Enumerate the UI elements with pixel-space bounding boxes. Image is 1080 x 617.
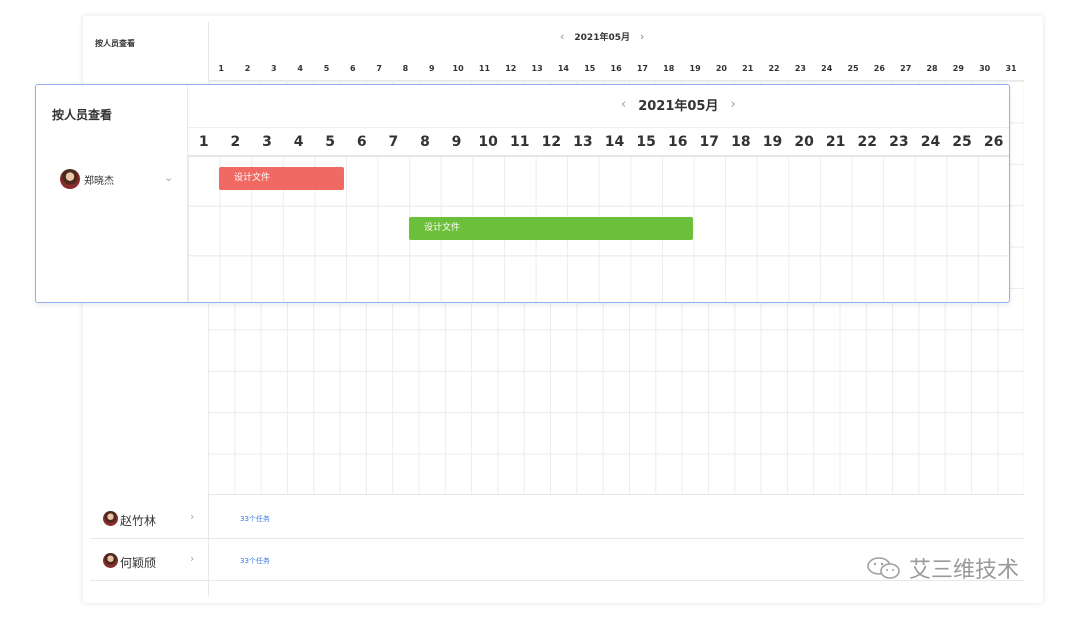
- day-number: 3: [262, 134, 272, 150]
- bg-person-row[interactable]: 赵竹林 › 33个任务: [90, 498, 1024, 539]
- wechat-icon: [867, 557, 900, 579]
- day-number: 1: [198, 134, 209, 150]
- day-number: 5: [323, 64, 330, 73]
- day-number: 25: [952, 134, 972, 150]
- bg-view-title: 按人员查看: [95, 39, 135, 48]
- month-nav: ‹ 2021年05月 ›: [621, 95, 736, 114]
- day-number: 8: [420, 134, 430, 150]
- day-number: 27: [900, 64, 912, 73]
- day-number: 23: [889, 134, 909, 150]
- watermark: 艾三维技术: [865, 552, 1019, 584]
- task-bar[interactable]: 设计文件: [409, 217, 693, 240]
- bg-month-label: 2021年05月: [574, 33, 630, 43]
- foreground-calendar-card: 按人员查看 郑晓杰 ⌄ ‹ 2021年05月 › 1 2 3 4 5 6 7 8 9 10 11 12…: [35, 84, 1010, 303]
- day-number: 28: [926, 64, 938, 73]
- day-number: 21: [742, 64, 754, 73]
- day-number: 6: [350, 64, 356, 73]
- month-label: 2021年05月: [638, 99, 719, 114]
- avatar: [103, 553, 118, 568]
- day-number: 22: [768, 64, 780, 73]
- day-number: 26: [873, 64, 885, 73]
- day-number: 14: [557, 64, 569, 73]
- task-bar[interactable]: 设计文件: [219, 167, 344, 190]
- day-number: 25: [847, 64, 859, 73]
- prev-month-icon[interactable]: ‹: [621, 97, 626, 112]
- day-number: 7: [376, 64, 382, 73]
- day-number: 9: [429, 64, 435, 73]
- bg-task-count[interactable]: 33个任务: [240, 556, 270, 566]
- day-number: 5: [325, 134, 336, 150]
- day-number: 15: [584, 64, 596, 73]
- chevron-right-icon[interactable]: ›: [190, 552, 194, 565]
- day-number: 2: [230, 134, 241, 150]
- day-number: 14: [604, 134, 625, 150]
- day-number: 6: [356, 134, 367, 150]
- day-number: 22: [857, 134, 877, 150]
- day-number: 20: [715, 64, 727, 73]
- next-month-icon[interactable]: ›: [730, 97, 735, 112]
- day-number: 21: [825, 134, 846, 150]
- day-number: 16: [610, 64, 622, 73]
- day-number: 24: [821, 64, 833, 73]
- day-number: 17: [699, 134, 720, 150]
- bg-row-divider: [208, 494, 1024, 495]
- day-number: 1: [218, 64, 224, 73]
- day-number: 18: [663, 64, 675, 73]
- bg-day-header: 1 2 3 4 5 6 7 8 9 10 11 12 13 14 15 16 17 18 19 20 21 22 23 24 2…: [208, 58, 1024, 80]
- bg-next-month-icon[interactable]: ›: [640, 30, 644, 43]
- bg-month-nav: ‹ 2021年05月 ›: [560, 30, 644, 43]
- day-number: 29: [952, 64, 964, 73]
- day-number: 19: [762, 134, 783, 150]
- day-number: 2: [244, 64, 251, 73]
- day-number: 26: [983, 134, 1004, 150]
- chevron-down-icon[interactable]: ⌄: [164, 171, 173, 184]
- day-number: 30: [979, 64, 991, 73]
- day-number: 12: [505, 64, 517, 73]
- person-name: 郑晓杰: [84, 175, 114, 187]
- person-row[interactable]: 郑晓杰: [60, 168, 180, 190]
- watermark-text: 艾三维技术: [909, 558, 1020, 583]
- avatar: [103, 511, 118, 526]
- day-number: 16: [667, 134, 688, 150]
- day-number: 11: [478, 64, 491, 73]
- day-number: 15: [636, 134, 656, 150]
- day-number: 13: [573, 134, 593, 150]
- day-number: 19: [689, 64, 701, 73]
- bg-task-count[interactable]: 33个任务: [240, 514, 270, 524]
- day-number: 20: [794, 134, 814, 150]
- day-number: 12: [541, 134, 562, 150]
- people-column: 按人员查看 郑晓杰 ⌄: [36, 85, 188, 302]
- day-number: 17: [636, 64, 648, 73]
- day-number: 11: [509, 134, 530, 150]
- chevron-right-icon[interactable]: ›: [190, 510, 194, 523]
- day-number: 4: [293, 134, 304, 150]
- view-title: 按人员查看: [52, 108, 113, 122]
- day-number: 23: [794, 64, 806, 73]
- day-number: 10: [452, 64, 464, 73]
- day-number: 8: [402, 64, 409, 73]
- day-number: 24: [920, 134, 941, 150]
- day-number: 3: [271, 64, 277, 73]
- bg-person-name: 赵竹林: [120, 514, 157, 528]
- day-header: 1 2 3 4 5 6 7 8 9 10 11 12 13 14 15 16 17 18 19 20 21 22 23 24 2…: [188, 127, 1009, 155]
- day-number: 4: [297, 64, 303, 73]
- day-number: 13: [531, 64, 543, 73]
- day-number: 7: [388, 134, 399, 150]
- bg-prev-month-icon[interactable]: ‹: [560, 30, 564, 43]
- day-number: 9: [451, 134, 462, 150]
- bg-person-name: 何颖颀: [120, 556, 157, 570]
- day-number: 10: [478, 134, 498, 150]
- day-number: 31: [1005, 64, 1017, 73]
- day-number: 18: [731, 134, 751, 150]
- avatar: [60, 169, 80, 189]
